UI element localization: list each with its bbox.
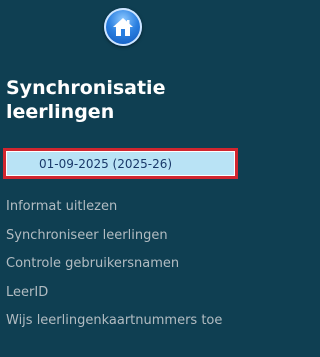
menu-item-leerid[interactable]: LeerID: [6, 282, 246, 304]
menu-item-informat-uitlezen[interactable]: Informat uitlezen: [6, 196, 246, 218]
page-title: Synchronisatie leerlingen: [6, 77, 166, 123]
menu-item-controle-gebruikersnamen[interactable]: Controle gebruikersnamen: [6, 253, 246, 275]
period-select-value: 01-09-2025 (2025-26): [7, 152, 234, 175]
home-button[interactable]: [104, 8, 142, 46]
home-icon: [113, 18, 133, 36]
sidebar-menu: Informat uitlezen Synchroniseer leerling…: [6, 196, 246, 332]
menu-item-synchroniseer-leerlingen[interactable]: Synchroniseer leerlingen: [6, 225, 246, 247]
menu-item-wijs-leerlingenkaartnummers-toe[interactable]: Wijs leerlingenkaartnummers toe: [6, 310, 246, 332]
period-select[interactable]: 01-09-2025 (2025-26): [3, 148, 238, 179]
